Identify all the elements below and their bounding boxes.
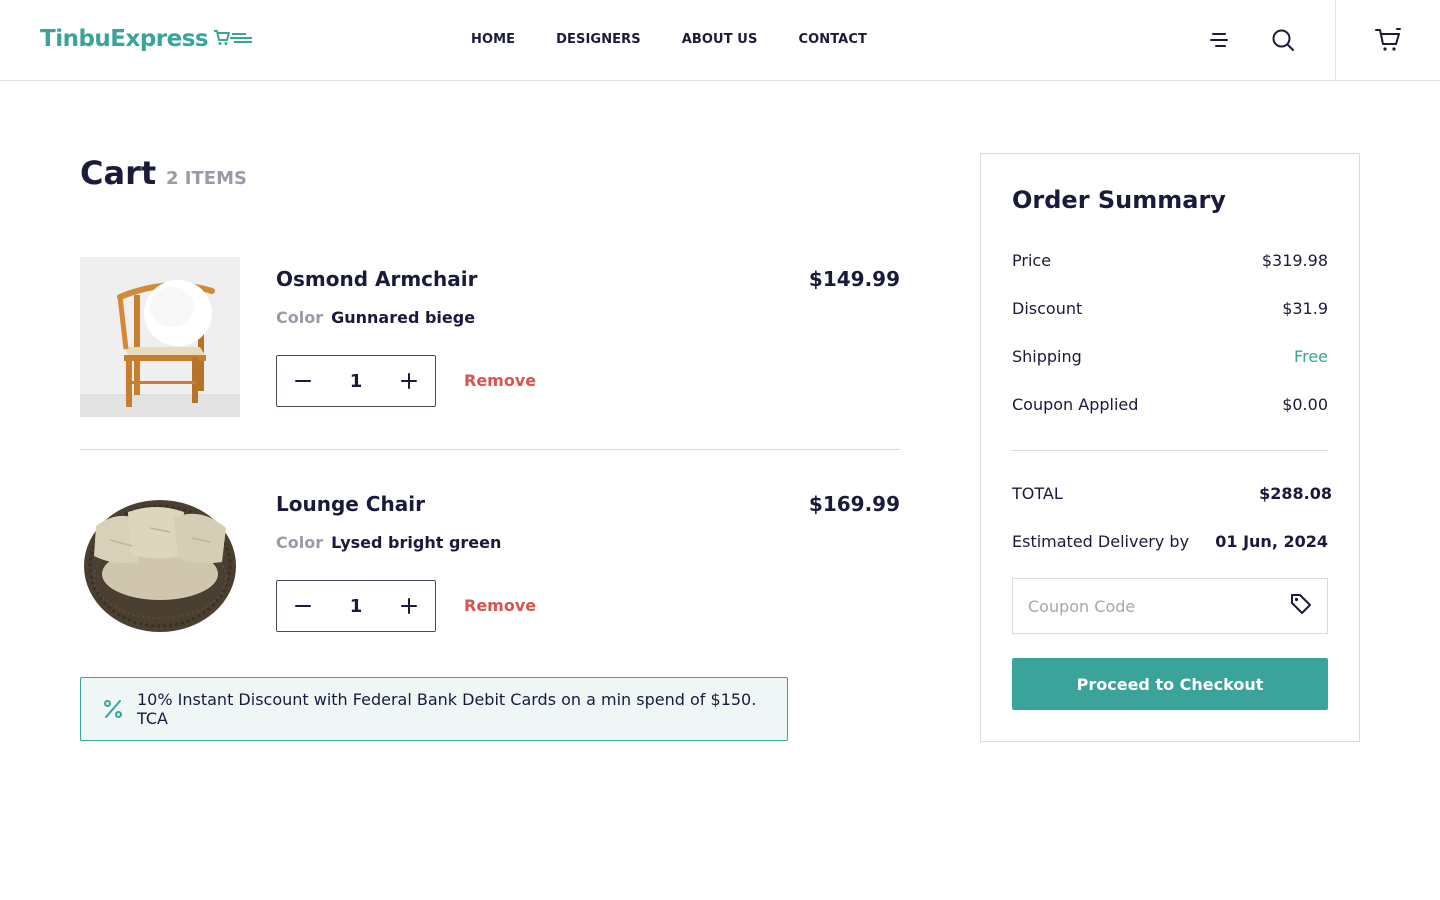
cart-icon[interactable] [1372, 24, 1404, 56]
coupon-applied-label: Coupon Applied [1012, 395, 1139, 414]
summary-row-coupon: Coupon Applied $0.00 [1012, 395, 1328, 414]
delivery-label: Estimated Delivery by [1012, 532, 1190, 551]
nav-about-us[interactable]: ABOUT US [682, 32, 758, 47]
quantity-stepper: 1 [276, 580, 436, 632]
page-title: Cart [80, 154, 157, 192]
coupon-applied-value: $0.00 [1282, 395, 1328, 414]
nav-contact[interactable]: CONTACT [798, 32, 867, 47]
quantity-stepper: 1 [276, 355, 436, 407]
total-value: $288.08 [1259, 484, 1332, 503]
discount-value: $31.9 [1282, 299, 1328, 318]
nav-designers[interactable]: DESIGNERS [556, 32, 641, 47]
coupon-field [1012, 578, 1328, 634]
summary-row-delivery: Estimated Delivery by 01 Jun, 2024 [1012, 532, 1328, 551]
minus-icon[interactable] [293, 596, 313, 616]
product-image-lounge-chair[interactable] [80, 482, 240, 642]
order-summary: Order Summary Price $319.98 Discount $31… [980, 153, 1360, 742]
minus-icon[interactable] [293, 371, 313, 391]
summary-title: Order Summary [1012, 186, 1226, 214]
discount-text: 10% Instant Discount with Federal Bank D… [137, 690, 757, 728]
site-header: TinbuExpress HOME DESIGNERS ABOUT US CON… [0, 0, 1440, 81]
delivery-date: 01 Jun, 2024 [1215, 532, 1328, 551]
brand-name: TinbuExpress [40, 26, 209, 52]
color-value: Gunnared biege [331, 308, 476, 327]
remove-button[interactable]: Remove [464, 596, 536, 615]
menu-icon[interactable] [1204, 25, 1234, 55]
coupon-input[interactable] [1028, 596, 1289, 616]
summary-row-shipping: Shipping Free [1012, 347, 1328, 366]
cart-item-count: 2 ITEMS [166, 168, 247, 189]
search-icon[interactable] [1268, 25, 1298, 55]
header-divider [1335, 0, 1336, 81]
delivery-cart-icon [212, 28, 254, 51]
cart-item: Lounge Chair $169.99 Color Lysed bright … [80, 482, 900, 642]
percent-icon [101, 697, 125, 721]
color-label: Color [276, 308, 324, 327]
summary-row-price: Price $319.98 [1012, 251, 1328, 270]
remove-button[interactable]: Remove [464, 371, 536, 390]
discount-label: Discount [1012, 299, 1083, 318]
nav-home[interactable]: HOME [471, 32, 515, 47]
product-color: Color Gunnared biege [276, 308, 475, 327]
color-label: Color [276, 533, 324, 552]
total-label: TOTAL [1012, 484, 1063, 503]
product-color: Color Lysed bright green [276, 533, 501, 552]
tag-icon[interactable] [1289, 592, 1313, 621]
plus-icon[interactable] [399, 596, 419, 616]
summary-divider [1012, 450, 1328, 451]
summary-row-discount: Discount $31.9 [1012, 299, 1328, 318]
product-price: $149.99 [808, 267, 900, 291]
quantity-value: 1 [349, 370, 363, 392]
cart-item: Osmond Armchair $149.99 Color Gunnared b… [80, 257, 900, 450]
product-price: $169.99 [808, 492, 900, 516]
shipping-value: Free [1294, 347, 1328, 366]
main-nav: HOME DESIGNERS ABOUT US CONTACT [471, 32, 908, 47]
plus-icon[interactable] [399, 371, 419, 391]
product-name[interactable]: Osmond Armchair [276, 267, 478, 291]
checkout-button[interactable]: Proceed to Checkout [1012, 658, 1328, 710]
product-name[interactable]: Lounge Chair [276, 492, 425, 516]
brand-logo[interactable]: TinbuExpress [40, 26, 254, 52]
quantity-value: 1 [349, 595, 363, 617]
summary-row-total: TOTAL $288.08 [1012, 484, 1332, 503]
price-label: Price [1012, 251, 1052, 270]
shipping-label: Shipping [1012, 347, 1082, 366]
discount-banner: 10% Instant Discount with Federal Bank D… [80, 677, 788, 741]
color-value: Lysed bright green [331, 533, 502, 552]
price-value: $319.98 [1261, 251, 1328, 270]
product-image-armchair[interactable] [80, 257, 240, 417]
